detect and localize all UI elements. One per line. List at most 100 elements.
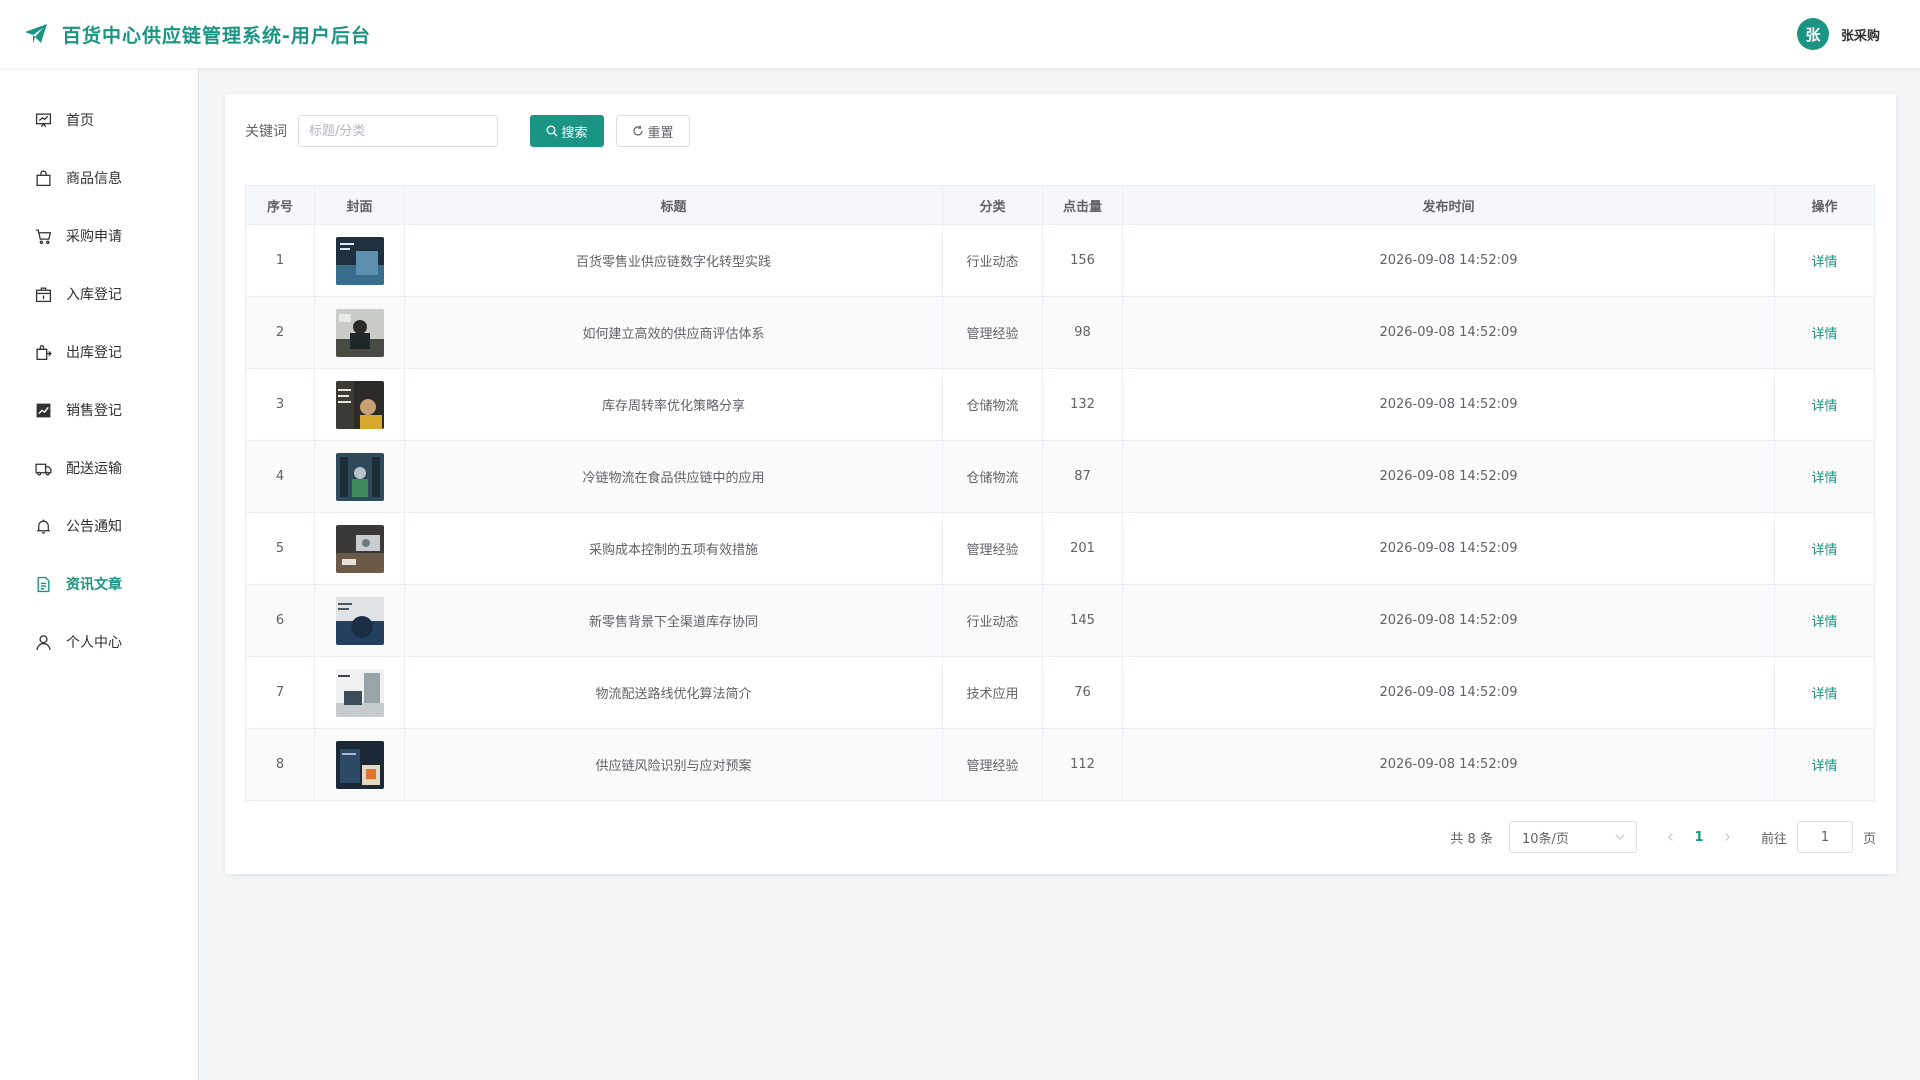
sidebar-item-outbound[interactable]: 出库登记 [0, 323, 198, 381]
cover-thumbnail[interactable] [335, 668, 384, 717]
bell-icon [37, 519, 50, 534]
brand[interactable]: 百货中心供应链管理系统-用户后台 [24, 21, 371, 48]
row-clicks: 76 [1042, 656, 1123, 729]
column-header-index: 序号 [245, 185, 315, 225]
row-title: 物流配送路线优化算法简介 [404, 656, 943, 729]
sidebar-item-articles[interactable]: 资讯文章 [0, 555, 198, 613]
row-clicks: 98 [1042, 296, 1123, 369]
refresh-icon [633, 125, 644, 136]
cover-thumbnail[interactable] [335, 452, 384, 501]
cover-thumbnail[interactable] [335, 740, 384, 789]
table-row: 2 如何建立高效的供应商评估体系 管理经验 98 2026-09-08 14:5… [245, 296, 1875, 369]
trend-chart-icon [36, 403, 51, 417]
avatar[interactable]: 张 [1796, 18, 1829, 50]
sidebar: 首页 商品信息 采购申请 入库登记 出库登记 销售登记 配送运输 公告通知 资讯… [0, 68, 199, 1080]
cart-icon [36, 228, 52, 244]
keyword-input[interactable] [298, 115, 498, 147]
sidebar-item-label: 资讯文章 [66, 577, 122, 593]
cover-thumbnail[interactable] [335, 524, 384, 573]
detail-link[interactable]: 详情 [1811, 615, 1837, 630]
page-size-value: 10条/页 [1521, 831, 1569, 847]
search-button-label: 搜索 [561, 125, 588, 141]
row-publish-time: 2026-09-08 14:52:09 [1122, 296, 1775, 369]
page-size-select[interactable]: 10条/页 [1508, 821, 1637, 853]
detail-link[interactable]: 详情 [1811, 687, 1837, 702]
row-clicks: 145 [1042, 584, 1123, 657]
sidebar-item-notice[interactable]: 公告通知 [0, 497, 198, 555]
row-clicks: 156 [1042, 224, 1123, 297]
search-button[interactable]: 搜索 [530, 115, 604, 147]
truck-icon [35, 463, 52, 476]
sidebar-item-label: 商品信息 [66, 171, 122, 187]
column-header-category: 分类 [942, 185, 1043, 225]
next-page-button[interactable] [1715, 821, 1739, 853]
sidebar-item-products[interactable]: 商品信息 [0, 149, 198, 207]
dashboard-icon [35, 112, 52, 127]
row-clicks: 112 [1042, 728, 1123, 801]
prev-page-button[interactable] [1659, 821, 1683, 853]
keyword-label: 关键词 [245, 124, 287, 140]
row-category: 仓储物流 [942, 440, 1043, 513]
cover-thumbnail[interactable] [335, 236, 384, 285]
shopping-bag-icon [36, 169, 51, 186]
page-number-1[interactable]: 1 [1683, 821, 1715, 853]
row-title: 新零售背景下全渠道库存协同 [404, 584, 943, 657]
page-suffix: 页 [1862, 831, 1876, 847]
sidebar-item-label: 公告通知 [66, 519, 122, 535]
row-category: 管理经验 [942, 728, 1043, 801]
detail-link[interactable]: 详情 [1811, 759, 1837, 774]
sidebar-item-inbound[interactable]: 入库登记 [0, 265, 198, 323]
row-clicks: 132 [1042, 368, 1123, 441]
detail-link[interactable]: 详情 [1811, 471, 1837, 486]
row-index: 8 [245, 728, 315, 801]
row-index: 1 [245, 224, 315, 297]
goto-page-input[interactable] [1796, 821, 1853, 853]
user-name[interactable]: 张采购 [1841, 25, 1880, 44]
row-category: 仓储物流 [942, 368, 1043, 441]
detail-link[interactable]: 详情 [1811, 543, 1837, 558]
sidebar-item-label: 个人中心 [66, 635, 122, 651]
sidebar-item-purchase[interactable]: 采购申请 [0, 207, 198, 265]
row-title: 供应链风险识别与应对预案 [404, 728, 943, 801]
goto-label: 前往 [1760, 831, 1787, 847]
detail-link[interactable]: 详情 [1811, 399, 1837, 414]
row-publish-time: 2026-09-08 14:52:09 [1122, 512, 1775, 585]
row-index: 5 [245, 512, 315, 585]
row-category: 管理经验 [942, 296, 1043, 369]
row-publish-time: 2026-09-08 14:52:09 [1122, 656, 1775, 729]
row-index: 7 [245, 656, 315, 729]
table-row: 3 库存周转率优化策略分享 仓储物流 132 2026-09-08 14:52:… [245, 368, 1875, 441]
table-row: 8 供应链风险识别与应对预案 管理经验 112 2026-09-08 14:52… [245, 728, 1875, 801]
detail-link[interactable]: 详情 [1811, 255, 1837, 270]
column-header-publish-time: 发布时间 [1122, 185, 1775, 225]
sidebar-item-home[interactable]: 首页 [0, 91, 198, 149]
row-title: 冷链物流在食品供应链中的应用 [404, 440, 943, 513]
table-row: 4 冷链物流在食品供应链中的应用 仓储物流 87 2026-09-08 14:5… [245, 440, 1875, 513]
cover-thumbnail[interactable] [335, 380, 384, 429]
user-menu[interactable]: 张 张采购 [1796, 18, 1880, 50]
sidebar-item-delivery[interactable]: 配送运输 [0, 439, 198, 497]
search-icon [547, 125, 558, 137]
row-publish-time: 2026-09-08 14:52:09 [1122, 368, 1775, 441]
row-clicks: 87 [1042, 440, 1123, 513]
reset-button[interactable]: 重置 [616, 115, 690, 147]
paper-plane-icon [24, 23, 48, 45]
sidebar-item-label: 出库登记 [66, 345, 122, 361]
box-in-icon [35, 286, 52, 302]
detail-link[interactable]: 详情 [1811, 327, 1837, 342]
cover-thumbnail[interactable] [335, 308, 384, 357]
sidebar-item-profile[interactable]: 个人中心 [0, 613, 198, 671]
row-category: 行业动态 [942, 584, 1043, 657]
column-header-clicks: 点击量 [1042, 185, 1123, 225]
sidebar-item-sales[interactable]: 销售登记 [0, 381, 198, 439]
row-index: 2 [245, 296, 315, 369]
cover-thumbnail[interactable] [335, 596, 384, 645]
row-title: 如何建立高效的供应商评估体系 [404, 296, 943, 369]
row-publish-time: 2026-09-08 14:52:09 [1122, 584, 1775, 657]
table-row: 6 新零售背景下全渠道库存协同 行业动态 145 2026-09-08 14:5… [245, 584, 1875, 657]
pagination: 共 8 条 10条/页 1 前往 页 [1450, 821, 1876, 853]
table-row: 1 百货零售业供应链数字化转型实践 行业动态 156 2026-09-08 14… [245, 224, 1875, 297]
sidebar-item-label: 入库登记 [66, 287, 122, 303]
table-row: 7 物流配送路线优化算法简介 技术应用 76 2026-09-08 14:52:… [245, 656, 1875, 729]
article-list-card: 关键词 搜索 重置 序号 封面 标题 分类 点击量 发布时间 操作 [225, 94, 1896, 874]
